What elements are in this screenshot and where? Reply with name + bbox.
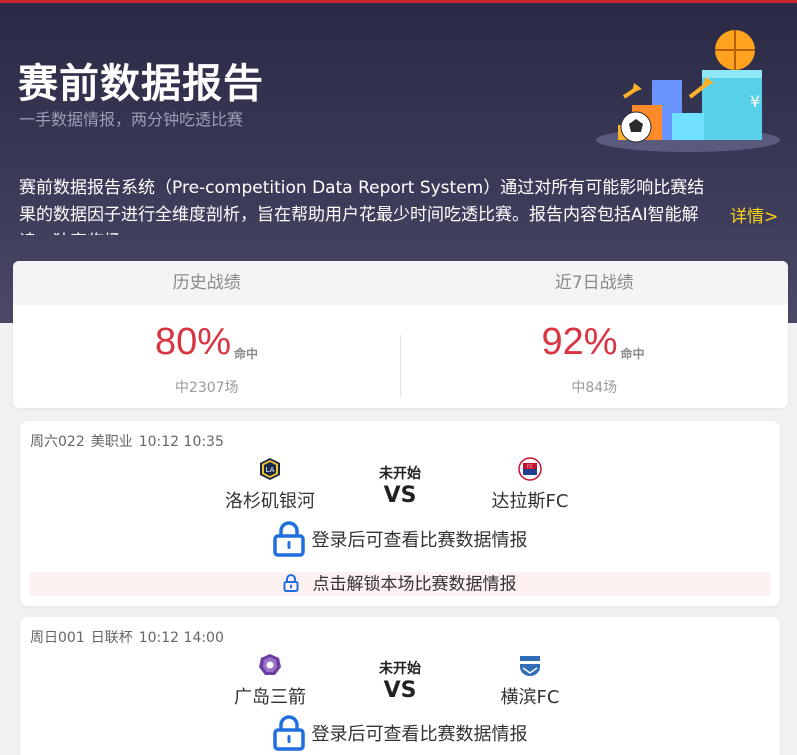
home-team: 广岛三箭 bbox=[190, 653, 350, 709]
page-title: 赛前数据报告 bbox=[18, 61, 264, 107]
recent-hit-label: 命中 bbox=[620, 347, 645, 361]
tab-recent-7-days[interactable]: 近7日战绩 bbox=[401, 261, 789, 305]
match-meta: 周日001 日联杯 10:12 14:00 bbox=[30, 627, 230, 647]
away-team: FC 达拉斯FC bbox=[450, 457, 610, 513]
match-card[interactable]: 周日001 日联杯 10:12 14:00 广岛三箭 未开始 VS 横滨FC 登录后… bbox=[20, 617, 780, 755]
away-team-name: 横滨FC bbox=[500, 687, 560, 708]
lock-icon bbox=[273, 521, 306, 557]
svg-text:LA: LA bbox=[266, 466, 275, 474]
stats-tabs: 历史战绩 近7日战绩 bbox=[13, 261, 788, 305]
unlock-text: 点击解锁本场比赛数据情报 bbox=[312, 574, 517, 595]
history-hit-count: 中2307场 bbox=[174, 380, 239, 396]
away-team-name: 达拉斯FC bbox=[491, 491, 569, 512]
history-hit-label: 命中 bbox=[234, 347, 259, 361]
yokohama-fc-logo-icon bbox=[520, 656, 540, 676]
match-time: 10:12 10:35 bbox=[138, 434, 224, 450]
home-team-name: 洛杉矶银河 bbox=[225, 491, 315, 512]
la-galaxy-logo-icon: LA bbox=[260, 458, 280, 480]
match-card[interactable]: 周六022 美职业 10:12 10:35 LA 洛杉矶银河 未开始 VS FC 达… bbox=[20, 421, 780, 606]
match-code: 周六022 bbox=[30, 434, 85, 450]
history-stats: 80% 命中 中2307场 bbox=[13, 305, 401, 408]
data-report-illustration: ¥ bbox=[596, 30, 780, 152]
fc-dallas-logo-icon: FC bbox=[518, 457, 542, 481]
unlock-match-button[interactable]: 点击解锁本场比赛数据情报 bbox=[30, 572, 770, 596]
recent-hit-rate: 92% bbox=[541, 321, 618, 363]
league-name: 日联杯 bbox=[90, 630, 133, 646]
home-team-name: 广岛三箭 bbox=[234, 687, 306, 708]
history-hit-rate: 80% bbox=[155, 321, 232, 363]
match-code: 周日001 bbox=[30, 630, 85, 646]
svg-text:FC: FC bbox=[527, 464, 533, 470]
league-name: 美职业 bbox=[90, 434, 133, 450]
login-prompt-text: 登录后可查看比赛数据情报 bbox=[311, 530, 528, 551]
lock-icon bbox=[273, 715, 306, 751]
login-to-view-button[interactable]: 登录后可查看比赛数据情报 bbox=[20, 715, 780, 751]
tab-history[interactable]: 历史战绩 bbox=[13, 261, 401, 305]
match-time: 10:12 14:00 bbox=[138, 630, 224, 646]
recent-stats: 92% 命中 中84场 bbox=[401, 305, 789, 408]
stats-panel: 历史战绩 近7日战绩 80% 命中 中2307场 92% 命中 中84场 bbox=[13, 261, 788, 408]
login-to-view-button[interactable]: 登录后可查看比赛数据情报 bbox=[20, 521, 780, 557]
vs-label: VS bbox=[383, 483, 417, 508]
details-link[interactable]: 详情> bbox=[728, 202, 779, 227]
sanfrecce-hiroshima-logo-icon bbox=[259, 654, 281, 675]
match-status: 未开始 bbox=[379, 661, 421, 677]
match-status: 未开始 bbox=[379, 466, 421, 482]
away-team: 横滨FC bbox=[450, 653, 610, 709]
recent-hit-count: 中84场 bbox=[571, 380, 618, 396]
home-team: LA 洛杉矶银河 bbox=[190, 457, 350, 513]
match-meta: 周六022 美职业 10:12 10:35 bbox=[30, 431, 230, 451]
vs-label: VS bbox=[383, 678, 417, 703]
page-subtitle: 一手数据情报，两分钟吃透比赛 bbox=[19, 110, 244, 129]
stats-values: 80% 命中 中2307场 92% 命中 中84场 bbox=[13, 305, 788, 408]
login-prompt-text: 登录后可查看比赛数据情报 bbox=[311, 724, 528, 745]
svg-text:¥: ¥ bbox=[750, 92, 760, 111]
small-lock-icon bbox=[283, 574, 299, 592]
report-description: 赛前数据报告系统（Pre-competition Data Report Sys… bbox=[19, 178, 705, 235]
